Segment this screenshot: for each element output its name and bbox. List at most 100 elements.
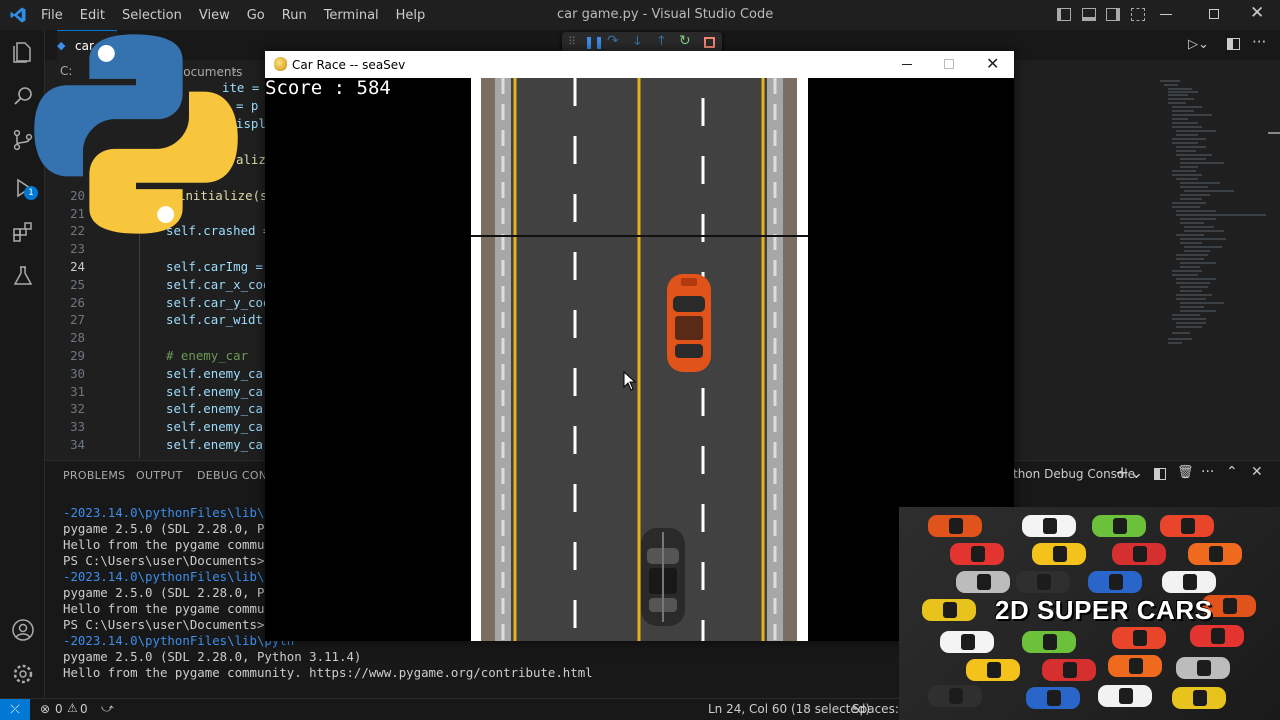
code-line: self.car_y_coo [166, 295, 271, 310]
account-icon[interactable] [11, 618, 35, 642]
terminal-line: Hello from the pygame community. https:/… [63, 665, 593, 680]
terminal-line: Hello from the pygame community [63, 601, 295, 616]
collage-car-window [1113, 518, 1127, 534]
code-line: self.enemy_car [166, 384, 271, 399]
trash-icon[interactable]: 🗑 [1177, 465, 1194, 480]
code-line: self.car_widt [166, 312, 263, 327]
collage-car-window [971, 546, 985, 562]
more-actions-icon[interactable]: ··· [1252, 33, 1266, 51]
collage-car-window [1211, 628, 1225, 644]
line-number: 29 [70, 348, 85, 363]
error-count[interactable]: 0 [55, 702, 63, 716]
split-terminal-icon[interactable] [1154, 468, 1166, 480]
scrollbar-marker [1268, 132, 1280, 134]
pause-icon[interactable]: ❚❚ [584, 35, 604, 49]
new-terminal-icon[interactable]: +⌄ [1115, 463, 1144, 483]
terminal-line: pygame 2.5.0 (SDL 2.28.0, Pytho [63, 585, 295, 600]
game-minimize-icon[interactable] [902, 64, 912, 65]
line-number: 32 [70, 401, 85, 416]
menu-go[interactable]: Go [247, 8, 265, 23]
score-display: Score : 584 [265, 77, 391, 99]
error-icon: ⊗ [40, 702, 51, 716]
line-number: 26 [70, 295, 85, 310]
enemy-car [641, 528, 685, 626]
code-line: self.carImg = [166, 259, 263, 274]
player-car [667, 274, 711, 372]
collage-car-window [987, 662, 1001, 678]
panel-tab-output[interactable]: OUTPUT [136, 469, 183, 482]
testing-flask-icon[interactable] [11, 264, 35, 288]
panel-tab-problems[interactable]: PROBLEMS [63, 469, 125, 482]
collage-car-window [1193, 690, 1207, 706]
collage-car-window [961, 634, 975, 650]
restart-icon[interactable]: ↻ [679, 33, 691, 49]
terminal-line: PS C:\Users\user\Documents> c: [63, 617, 295, 632]
game-maximize-icon[interactable] [944, 59, 954, 69]
code-line: self.enemy_car [166, 401, 271, 416]
code-comment: # enemy_car [166, 348, 249, 363]
menu-file[interactable]: File [41, 8, 63, 23]
thumbnail-title: 2D SUPER CARS [995, 595, 1213, 625]
stop-icon[interactable] [704, 37, 715, 48]
cursor-position[interactable]: Ln 24, Col 60 (18 selected) [708, 702, 870, 716]
live-share-icon[interactable]: ⤻ [101, 701, 114, 716]
menu-terminal[interactable]: Terminal [324, 8, 379, 23]
menu-help[interactable]: Help [396, 8, 426, 23]
step-over-icon[interactable]: ↷ [607, 33, 619, 49]
drag-handle-icon[interactable]: ⠿ [568, 35, 576, 48]
step-out-icon[interactable]: ↑ [656, 34, 667, 49]
run-file-icon[interactable]: ▷⌄ [1188, 37, 1209, 52]
line-number: 33 [70, 419, 85, 434]
line-number-current: 24 [70, 259, 85, 274]
collage-car-window [1197, 660, 1211, 676]
code-line: self.enemy_car [166, 366, 271, 381]
window-title: car game.py - Visual Studio Code [557, 7, 774, 22]
restore-icon[interactable] [1209, 9, 1219, 19]
maximize-panel-icon[interactable]: ⌃ [1226, 464, 1238, 480]
menu-run[interactable]: Run [282, 8, 307, 23]
collage-car-window [1109, 574, 1123, 590]
menu-bar: File Edit Selection View Go Run Terminal… [41, 8, 442, 23]
collage-car-window [943, 602, 957, 618]
minimap[interactable] [1150, 75, 1270, 355]
mouse-cursor-icon [623, 371, 637, 391]
line-number: 34 [70, 437, 85, 452]
game-close-icon[interactable]: ✕ [986, 54, 999, 73]
game-canvas[interactable] [471, 78, 808, 641]
title-bar: File Edit Selection View Go Run Terminal… [0, 0, 1280, 30]
layout-panel-icon[interactable] [1082, 8, 1096, 21]
game-title-bar[interactable]: Car Race -- seaSev ✕ [265, 51, 1014, 78]
terminal-line: pygame 2.5.0 (SDL 2.28.0, Pytho [63, 521, 295, 536]
layout-secondary-icon[interactable] [1106, 8, 1120, 21]
warning-count[interactable]: 0 [80, 702, 88, 716]
terminal-line: -2023.14.0\pythonFiles\lib\pyth [63, 505, 295, 520]
code-line: self.enemy_car [166, 437, 271, 452]
collage-car-window [1181, 518, 1195, 534]
code-line: self.enemy_car [166, 419, 271, 434]
menu-edit[interactable]: Edit [80, 8, 105, 23]
pygame-snake-icon [274, 57, 287, 71]
close-icon[interactable]: ✕ [1250, 3, 1264, 23]
more-actions-icon[interactable]: ··· [1201, 464, 1214, 480]
menu-selection[interactable]: Selection [122, 8, 182, 23]
menu-view[interactable]: View [199, 8, 230, 23]
collage-car-window [1053, 546, 1067, 562]
layout-sidebar-icon[interactable] [1057, 8, 1071, 21]
collage-car-window [1047, 690, 1061, 706]
line-number: 27 [70, 312, 85, 327]
vscode-logo-icon [10, 7, 26, 23]
collage-car-window [1223, 598, 1237, 614]
split-editor-icon[interactable] [1227, 38, 1240, 50]
collage-car-window [1037, 574, 1051, 590]
line-number: 23 [70, 241, 85, 256]
minimize-icon[interactable] [1160, 14, 1172, 15]
collage-car-window [1043, 518, 1057, 534]
step-into-icon[interactable]: ↓ [632, 34, 643, 49]
settings-gear-icon[interactable] [11, 662, 35, 686]
close-panel-icon[interactable]: ✕ [1251, 464, 1263, 480]
collage-car-window [1133, 546, 1147, 562]
collage-car-window [1129, 658, 1143, 674]
line-number: 30 [70, 366, 85, 381]
remote-indicator[interactable]: ⤫ [0, 699, 30, 720]
customize-layout-icon[interactable] [1131, 8, 1145, 21]
